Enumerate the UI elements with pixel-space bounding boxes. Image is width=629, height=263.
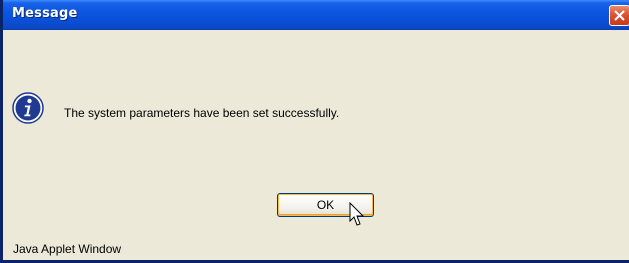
info-icon <box>12 92 44 124</box>
close-icon <box>614 10 625 21</box>
message-text: The system parameters have been set succ… <box>64 106 340 120</box>
dialog-body: The system parameters have been set succ… <box>6 30 629 260</box>
dialog-title: Message <box>12 6 78 21</box>
applet-status-label: Java Applet Window <box>13 242 122 256</box>
title-bar[interactable]: Message <box>3 0 629 30</box>
close-button[interactable] <box>609 5 629 26</box>
mouse-pointer-icon <box>349 202 365 226</box>
message-dialog: Message The system parameters have been … <box>0 0 629 263</box>
